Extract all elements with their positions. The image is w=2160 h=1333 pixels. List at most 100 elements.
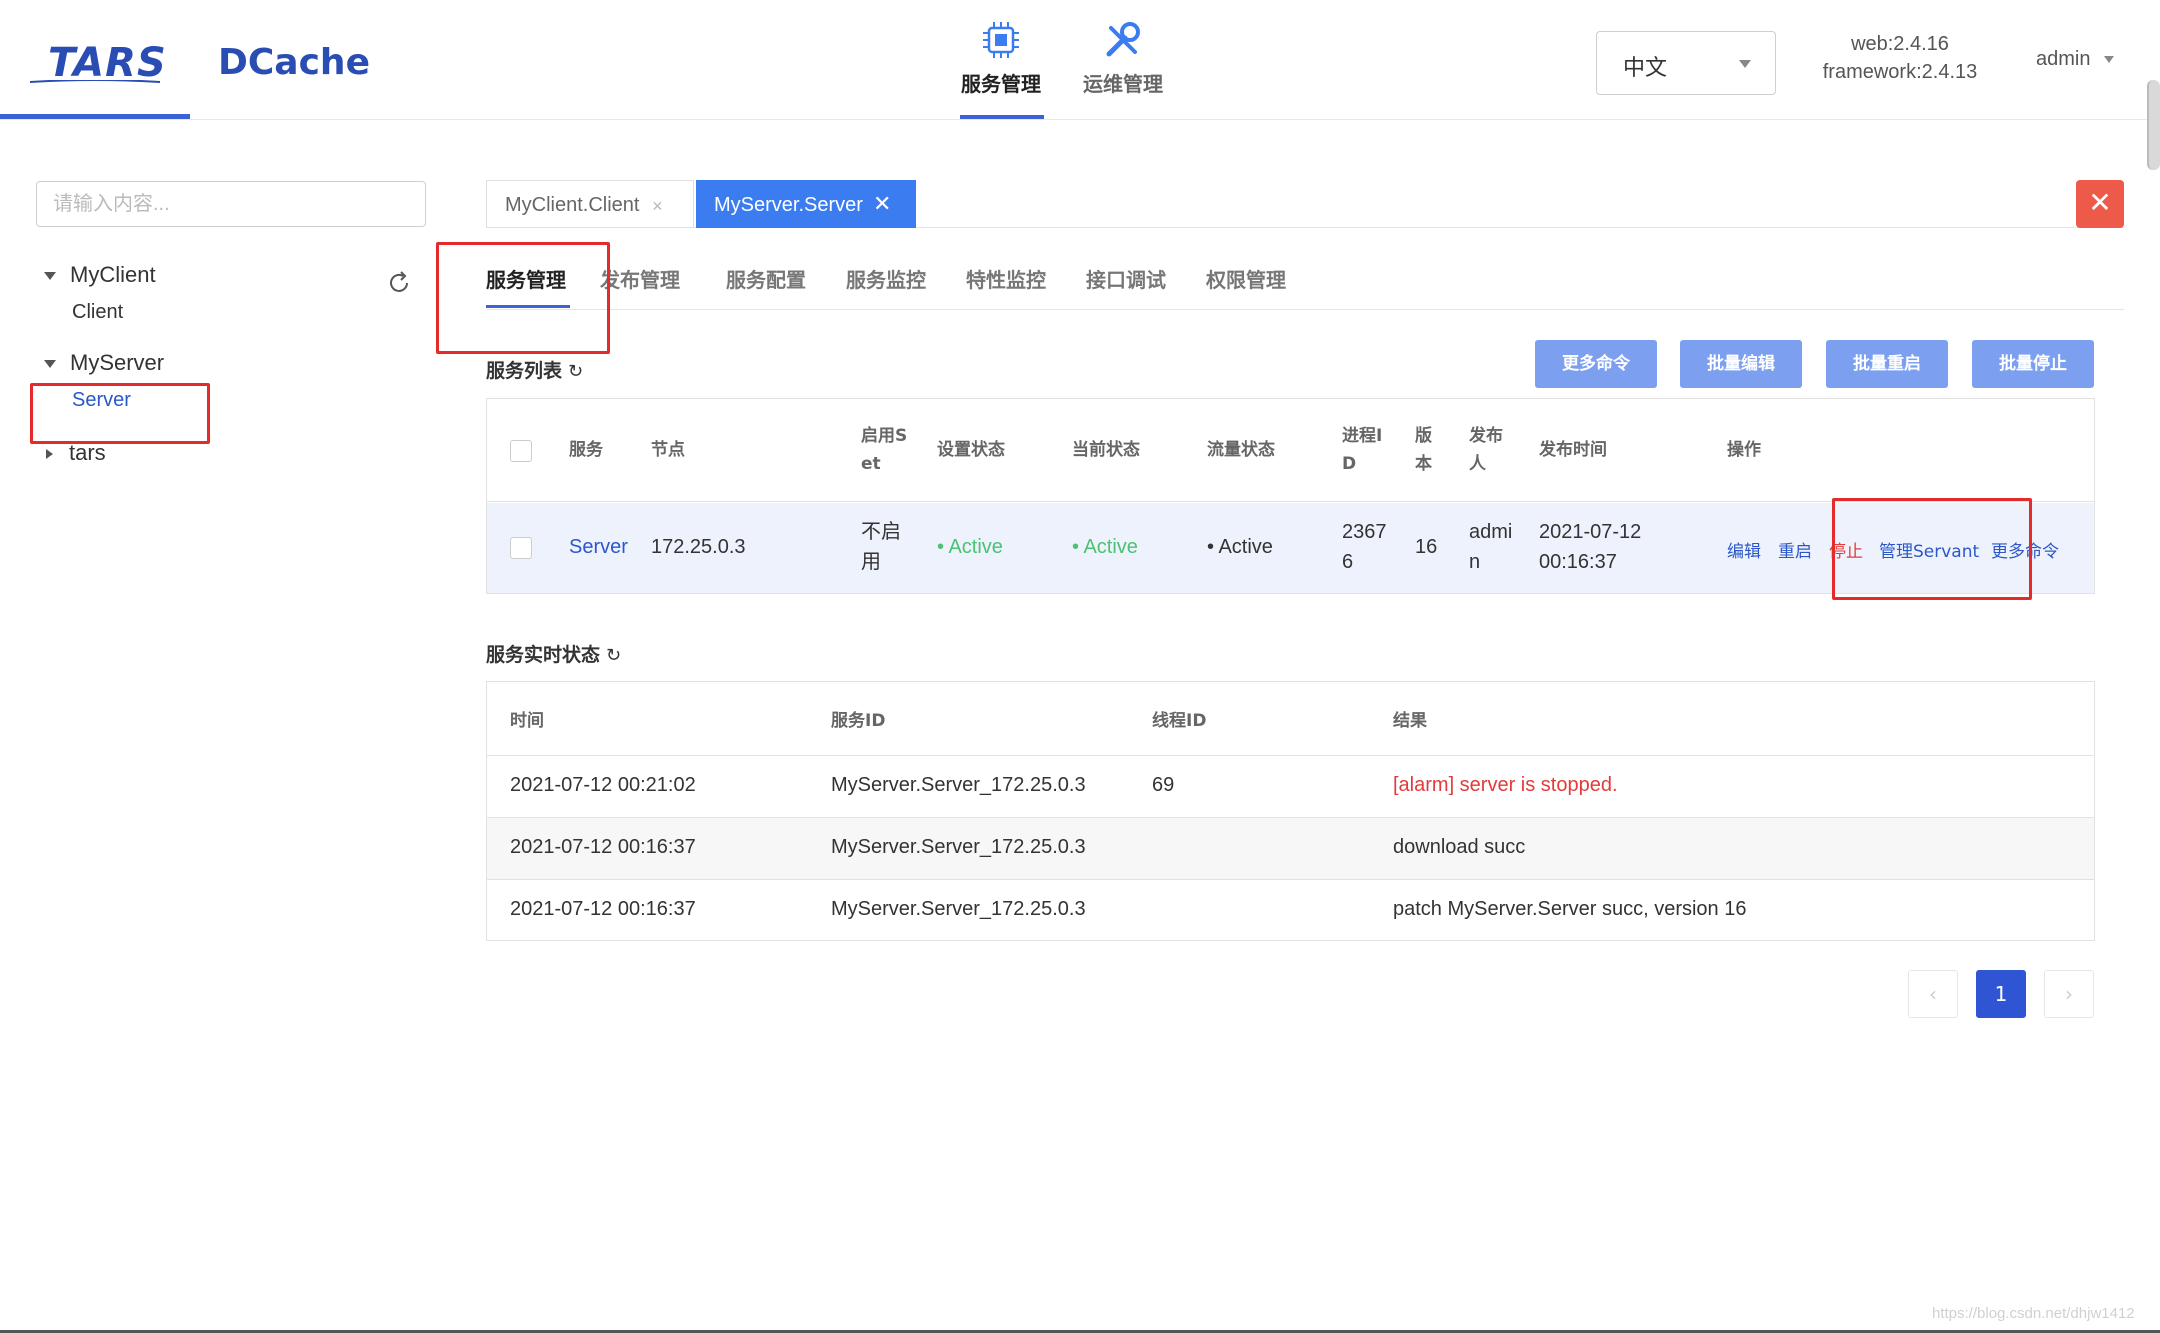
- highlight-box-manage-servant: [1832, 498, 2032, 600]
- nav-service-management[interactable]: 服务管理: [946, 18, 1056, 97]
- user-menu[interactable]: admin: [2036, 48, 2115, 71]
- close-icon: ✕: [2088, 186, 2112, 219]
- refresh-icon[interactable]: [386, 270, 412, 296]
- pid-line1: 2367: [1342, 521, 1387, 543]
- cell-time: 2021-07-12 00:21:02: [510, 774, 696, 796]
- col-version-line1: 版: [1415, 426, 1432, 446]
- page-scrollbar[interactable]: [2147, 80, 2160, 170]
- realtime-status-table: 时间 服务ID 线程ID 结果 2021-07-12 00:21:02 MySe…: [486, 681, 2095, 941]
- col-pid-line2: D: [1342, 454, 1357, 474]
- open-tab-myserver[interactable]: MyServer.Server ✕: [696, 180, 916, 228]
- table-row: 2021-07-12 00:21:02 MyServer.Server_172.…: [487, 756, 2094, 818]
- open-tabs-bar: MyClient.Client ✕ MyServer.Server ✕: [486, 180, 2124, 228]
- nav-ops-label: 运维管理: [1083, 72, 1163, 96]
- col-operations: 操作: [1727, 440, 1761, 460]
- cell-time: 2021-07-12 00:16:37: [510, 898, 696, 920]
- tree-node-label: MyServer: [70, 350, 165, 375]
- flow-state-text: Active: [1218, 536, 1273, 558]
- col-pid: 进程I D: [1342, 422, 1382, 478]
- open-tab-label: MyClient.Client: [505, 194, 640, 216]
- col-version-line2: 本: [1415, 454, 1432, 474]
- chip-icon: [983, 22, 1019, 58]
- select-all-checkbox[interactable]: [510, 440, 532, 462]
- batch-stop-button[interactable]: 批量停止: [1972, 340, 2094, 388]
- caret-down-icon[interactable]: [44, 272, 56, 281]
- col-enable-set-line1: 启用S: [861, 426, 908, 446]
- highlight-box-server-node: [30, 383, 210, 444]
- table-row: 2021-07-12 00:16:37 MyServer.Server_172.…: [487, 880, 2094, 942]
- caret-right-icon[interactable]: [46, 449, 53, 460]
- tab-publish-management[interactable]: 发布管理: [600, 264, 680, 293]
- col-current-state: 当前状态: [1072, 440, 1140, 460]
- cell-time: 2021-07-12 00:16:37: [510, 836, 696, 858]
- cell-result: download succ: [1393, 836, 1526, 858]
- refresh-icon[interactable]: ↻: [568, 361, 583, 382]
- language-select[interactable]: 中文: [1596, 31, 1776, 95]
- batch-edit-button[interactable]: 批量编辑: [1680, 340, 1802, 388]
- more-commands-button[interactable]: 更多命令: [1535, 340, 1657, 388]
- col-thread-id: 线程ID: [1152, 711, 1207, 731]
- page-1-button[interactable]: 1: [1976, 970, 2026, 1018]
- col-result: 结果: [1393, 711, 1427, 731]
- open-tab-label: MyServer.Server: [714, 194, 863, 216]
- tab-service-monitor[interactable]: 服务监控: [846, 264, 926, 293]
- col-publish-time: 发布时间: [1539, 440, 1607, 460]
- logo-active-underline: [0, 114, 190, 119]
- tab-feature-monitor[interactable]: 特性监控: [966, 264, 1046, 293]
- tab-service-config[interactable]: 服务配置: [726, 264, 806, 293]
- sub-tabs: 服务管理 发布管理 服务配置 服务监控 特性监控 接口调试 权限管理: [486, 260, 2124, 310]
- close-icon[interactable]: ✕: [873, 191, 891, 216]
- service-name-link[interactable]: Server: [569, 532, 628, 562]
- version-web: web:2.4.16: [1851, 33, 1949, 55]
- enable-set-line2: 用: [861, 551, 881, 573]
- version-framework: framework:2.4.13: [1822, 61, 1978, 83]
- publish-clock: 00:16:37: [1539, 551, 1617, 573]
- nav-active-underline: [960, 115, 1044, 119]
- open-tab-myclient[interactable]: MyClient.Client ✕: [486, 180, 694, 228]
- language-value: 中文: [1623, 56, 1668, 81]
- batch-restart-button[interactable]: 批量重启: [1826, 340, 1948, 388]
- close-all-tabs-button[interactable]: ✕: [2076, 180, 2124, 228]
- col-time: 时间: [510, 711, 544, 731]
- tree-node-myserver[interactable]: MyServer: [44, 350, 164, 376]
- col-publisher: 发布 人: [1469, 422, 1503, 478]
- enable-set-line1: 不启: [861, 521, 901, 543]
- col-pid-line1: 进程I: [1342, 426, 1383, 446]
- refresh-icon[interactable]: ↻: [606, 645, 621, 666]
- enable-set-value: 不启 用: [861, 517, 901, 577]
- current-state-badge: • Active: [1072, 536, 1138, 558]
- pid-value: 2367 6: [1342, 517, 1387, 577]
- col-node: 节点: [651, 440, 685, 460]
- service-list-title: 服务列表 ↻: [486, 356, 583, 383]
- dcache-logo[interactable]: DCache: [218, 42, 370, 83]
- caret-down-icon[interactable]: [44, 360, 56, 369]
- close-icon[interactable]: ✕: [651, 198, 663, 214]
- col-enable-set-line2: et: [861, 454, 881, 474]
- current-state-text: Active: [1083, 536, 1138, 558]
- version-value: 16: [1415, 536, 1438, 558]
- top-header: TARS DCache 服务管理 运维管理 中文 web:2.4.16 fram…: [0, 0, 2160, 120]
- cell-result-alert: [alarm] server is stopped.: [1393, 774, 1618, 796]
- caret-down-icon: [2104, 56, 2115, 64]
- flow-state-badge: • Active: [1207, 536, 1273, 558]
- node-ip: 172.25.0.3: [651, 536, 746, 558]
- setting-state-text: Active: [948, 536, 1003, 558]
- cell-service-id: MyServer.Server_172.25.0.3: [831, 898, 1086, 920]
- tree-node-label: MyClient: [70, 262, 156, 287]
- tree-search-input[interactable]: [36, 181, 426, 227]
- edit-link[interactable]: 编辑: [1727, 537, 1761, 562]
- publish-date: 2021-07-12: [1539, 521, 1642, 543]
- tree-node-myclient[interactable]: MyClient: [44, 262, 156, 288]
- restart-link[interactable]: 重启: [1778, 537, 1812, 562]
- row-checkbox[interactable]: [510, 537, 532, 559]
- prev-page-button[interactable]: ‹: [1908, 970, 1958, 1018]
- tree-leaf-client[interactable]: Client: [72, 301, 123, 324]
- next-page-button[interactable]: ›: [2044, 970, 2094, 1018]
- tab-permission-management[interactable]: 权限管理: [1206, 264, 1286, 293]
- cell-service-id: MyServer.Server_172.25.0.3: [831, 836, 1086, 858]
- table-header: 服务 节点 启用S et 设置状态 当前状态 流量状态 进程I D 版 本 发布…: [487, 399, 2094, 502]
- tab-interface-debug[interactable]: 接口调试: [1086, 264, 1166, 293]
- nav-ops-management[interactable]: 运维管理: [1068, 18, 1178, 97]
- publish-time-value: 2021-07-12 00:16:37: [1539, 517, 1641, 577]
- pid-line2: 6: [1342, 551, 1354, 573]
